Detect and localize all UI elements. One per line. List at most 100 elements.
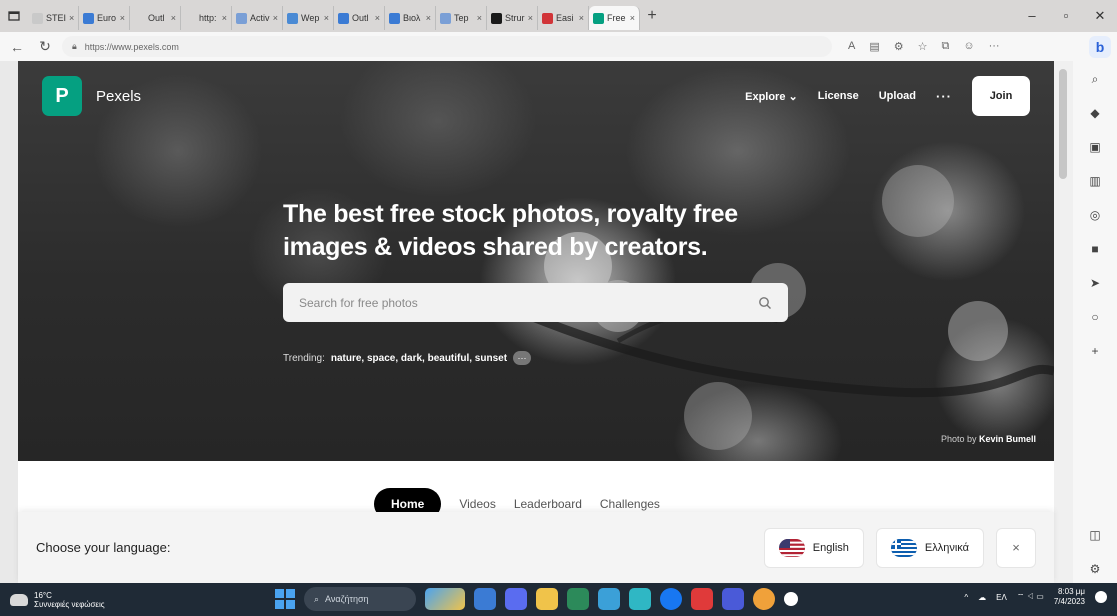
read-aloud-icon[interactable]: A — [848, 40, 855, 53]
teams-icon[interactable] — [505, 588, 527, 610]
browser-tab[interactable]: Wep × — [283, 6, 334, 30]
sidebar-add-icon[interactable]: + — [1083, 339, 1107, 363]
weather-widget[interactable]: 16°C Συννεφιές νεφώσεις — [10, 591, 105, 609]
nav-upload[interactable]: Upload — [879, 90, 916, 102]
sidebar-search-icon[interactable]: ⌕ — [1083, 67, 1107, 91]
store-icon[interactable] — [567, 588, 589, 610]
browser-tab[interactable]: Outl × — [334, 6, 385, 30]
address-bar-row: ← ↻ 🔒︎ https://www.pexels.com A ▤ ⚙ ☆ ⧉ … — [0, 32, 1117, 61]
widgets-icon[interactable] — [425, 588, 465, 610]
trending-more-button[interactable]: ··· — [513, 351, 532, 365]
page-scrollbar[interactable] — [1054, 61, 1073, 583]
pexels-logo-icon[interactable]: P — [42, 76, 82, 116]
search-icon[interactable] — [758, 296, 772, 310]
browser-tab[interactable]: Euro × — [79, 6, 130, 30]
nav-explore[interactable]: Explore ⌄ — [745, 90, 798, 103]
app-circle-icon[interactable] — [784, 592, 798, 606]
sidebar-office-icon[interactable]: ■ — [1083, 237, 1107, 261]
browser-tab[interactable]: Βιολ × — [385, 6, 436, 30]
tab-close-icon[interactable]: × — [273, 13, 278, 23]
weather-desc: Συννεφιές νεφώσεις — [34, 599, 105, 609]
more-menu-icon[interactable]: ··· — [989, 40, 1000, 53]
join-button[interactable]: Join — [972, 76, 1030, 116]
sidebar-tag-icon[interactable]: ◆ — [1083, 101, 1107, 125]
browser-tab[interactable]: Free × — [589, 6, 640, 30]
greek-button[interactable]: Ελληνικά — [875, 527, 984, 568]
sidebar-chart-icon[interactable]: ▥ — [1083, 169, 1107, 193]
refresh-button[interactable]: ↻ — [34, 38, 56, 55]
chrome-icon[interactable] — [753, 588, 775, 610]
search-input[interactable]: Search for free photos — [283, 283, 788, 322]
tab-actions-icon[interactable] — [0, 0, 28, 32]
photo-credit[interactable]: Photo by Kevin Bumell — [941, 434, 1036, 444]
lock-icon: 🔒︎ — [72, 41, 77, 51]
browser-tab[interactable]: STEI × — [28, 6, 79, 30]
sidebar-layout-icon[interactable]: ◫ — [1083, 523, 1107, 547]
credit-name: Kevin Bumell — [978, 434, 1036, 444]
brand-name[interactable]: Pexels — [96, 88, 141, 105]
sidebar-briefcase-icon[interactable]: ▣ — [1083, 135, 1107, 159]
nav-license[interactable]: License — [818, 90, 859, 102]
sidebar-outlook-icon[interactable]: ○ — [1083, 305, 1107, 329]
notification-icon[interactable] — [1095, 591, 1107, 603]
scrollbar-thumb[interactable] — [1059, 69, 1067, 179]
tab-close-icon[interactable]: × — [171, 13, 176, 23]
tab-close-icon[interactable]: × — [477, 13, 482, 23]
tab-favicon-icon — [32, 12, 43, 24]
minimize-button[interactable]: – — [1015, 8, 1049, 24]
tab-videos[interactable]: Videos — [459, 497, 495, 511]
windows-start-icon[interactable] — [275, 589, 295, 609]
tab-close-icon[interactable]: × — [324, 13, 329, 23]
wifi-icon[interactable]: ⌔ ◁ ▭ — [1017, 592, 1044, 602]
tab-close-icon[interactable]: × — [375, 13, 380, 23]
clock[interactable]: 8:03 μμ 7/4/2023 — [1054, 587, 1085, 607]
bing-chat-icon[interactable]: b — [1089, 35, 1111, 58]
photos-icon[interactable] — [722, 588, 744, 610]
browser-tab[interactable]: Activ × — [232, 6, 283, 30]
new-tab-button[interactable]: + — [640, 7, 664, 25]
profile-icon[interactable]: ☺ — [963, 40, 974, 53]
app-icon[interactable] — [629, 588, 651, 610]
tab-close-icon[interactable]: × — [426, 13, 431, 23]
edge-icon[interactable] — [598, 588, 620, 610]
tab-leaderboard[interactable]: Leaderboard — [514, 497, 582, 511]
cloud-icon — [10, 593, 28, 606]
tab-close-icon[interactable]: × — [630, 13, 635, 23]
tab-close-icon[interactable]: × — [222, 13, 227, 23]
trending-tags[interactable]: nature, space, dark, beautiful, sunset — [331, 353, 507, 364]
file-explorer-icon[interactable] — [536, 588, 558, 610]
tab-close-icon[interactable]: × — [579, 13, 584, 23]
address-bar[interactable]: 🔒︎ https://www.pexels.com — [62, 36, 832, 57]
browser-tab[interactable]: http: × — [181, 6, 232, 30]
sidebar-send-icon[interactable]: ➤ — [1083, 271, 1107, 295]
maximize-button[interactable]: ▫ — [1049, 8, 1083, 24]
extension-icon[interactable]: ⚙ — [894, 40, 904, 53]
browser-tab[interactable]: Outl × — [130, 6, 181, 30]
browser-tab[interactable]: Strur × — [487, 6, 538, 30]
youtube-icon[interactable] — [691, 588, 713, 610]
tab-challenges[interactable]: Challenges — [600, 497, 660, 511]
browser-tab[interactable]: Tep × — [436, 6, 487, 30]
tab-close-icon[interactable]: × — [120, 13, 125, 23]
onedrive-icon[interactable]: ☁ — [978, 593, 986, 602]
tab-close-icon[interactable]: × — [528, 13, 533, 23]
close-window-button[interactable]: ✕ — [1083, 8, 1117, 24]
language-indicator[interactable]: ΕΛ — [996, 593, 1007, 602]
taskbar-search[interactable]: ⌕ Αναζήτηση — [304, 587, 416, 611]
sidebar-settings-icon[interactable]: ⚙ — [1083, 557, 1107, 581]
back-button[interactable]: ← — [6, 39, 28, 55]
tab-favicon-icon — [440, 12, 451, 24]
favorite-star-icon[interactable]: ☆ — [918, 40, 928, 53]
tray-chevron-icon[interactable]: ^ — [964, 593, 968, 602]
browser-tab[interactable]: Easi × — [538, 6, 589, 30]
nav-more-button[interactable]: ··· — [936, 89, 952, 104]
close-language-banner-button[interactable]: × — [996, 527, 1036, 568]
sidebar-games-icon[interactable]: ◎ — [1083, 203, 1107, 227]
facebook-icon[interactable] — [660, 588, 682, 610]
english-button[interactable]: English — [763, 527, 864, 568]
task-view-icon[interactable] — [474, 588, 496, 610]
browser-tab-strip: STEI × Euro × Outl × http: × Activ × Wep × Outl × Βιολ… — [0, 0, 1117, 32]
reader-view-icon[interactable]: ▤ — [869, 40, 879, 53]
tab-close-icon[interactable]: × — [69, 13, 74, 23]
collections-icon[interactable]: ⧉ — [942, 40, 950, 53]
